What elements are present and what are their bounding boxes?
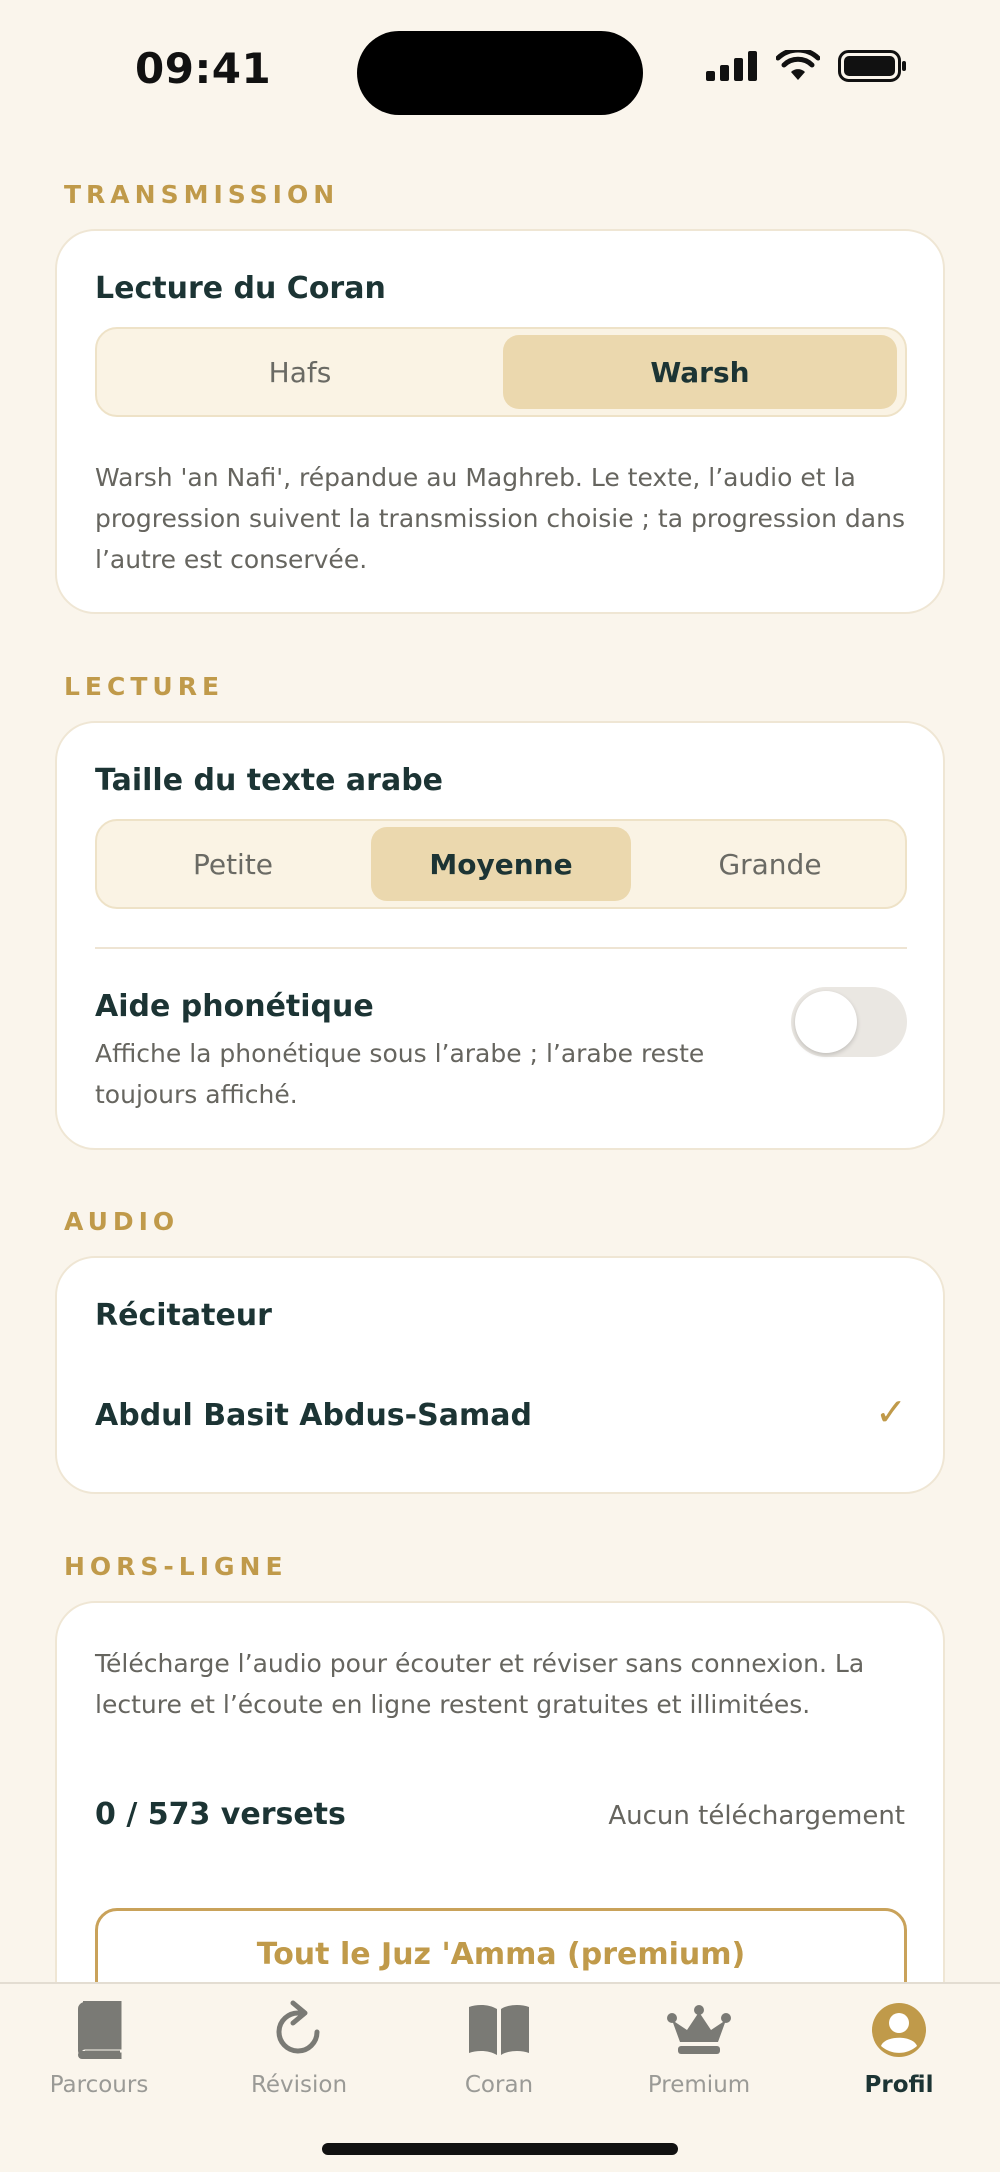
reciter-name: Abdul Basit Abdus-Samad [95,1398,532,1433]
lecture-card: Taille du texte arabe Petite Moyenne Gra… [55,721,945,1150]
reciter-option[interactable]: Abdul Basit Abdus-Samad ✓ [57,1368,943,1468]
segment-petite[interactable]: Petite [103,827,363,901]
offline-description: Télécharge l’audio pour écouter et révis… [95,1649,865,1719]
tab-revision-label: Révision [250,2072,348,2098]
segment-moyenne[interactable]: Moyenne [371,827,631,901]
battery-icon [838,50,906,82]
transmission-title: Lecture du Coran [95,271,386,306]
profile-icon [871,1998,927,2062]
verses-count: 0 / 573 versets [95,1797,346,1832]
phonetic-description: Affiche la phonétique sous l’arabe ; l’a… [95,1039,705,1109]
text-size-title: Taille du texte arabe [95,763,444,798]
status-time: 09:41 [135,44,272,93]
tab-parcours-label: Parcours [49,2072,149,2098]
book-icon [74,1998,124,2062]
section-label-transmission: TRANSMISSION [64,180,340,209]
tab-revision[interactable]: Révision [214,1998,384,2098]
checkmark-icon: ✓ [875,1390,907,1434]
wifi-icon [776,50,820,80]
tab-premium[interactable]: Premium [614,1998,784,2098]
lecture-divider [95,947,907,949]
phonetic-title: Aide phonétique [95,989,374,1024]
tab-coran[interactable]: Coran [414,1998,584,2098]
phonetic-toggle[interactable] [791,987,907,1057]
open-book-icon [467,1998,531,2062]
crown-icon [666,1998,732,2062]
reciter-title: Récitateur [95,1298,272,1333]
home-indicator [322,2143,678,2155]
tab-profil-label: Profil [864,2072,934,2098]
status-icons [706,50,908,82]
section-label-lecture: LECTURE [64,672,225,701]
section-label-audio: AUDIO [64,1207,180,1236]
segment-hafs[interactable]: Hafs [103,335,497,409]
cellular-signal-icon [706,51,757,81]
audio-card: Récitateur Abdul Basit Abdus-Samad ✓ [55,1256,945,1494]
transmission-card: Lecture du Coran Hafs Warsh Warsh 'an Na… [55,229,945,614]
refresh-icon [271,1998,327,2062]
profile-settings-screen: 09:41 TRANSMISSION Lecture du Coran Hafs… [0,0,1000,2172]
tab-coran-label: Coran [464,2072,534,2098]
transmission-description: Warsh 'an Nafi', répandue au Maghreb. Le… [95,463,905,574]
segment-warsh[interactable]: Warsh [503,335,897,409]
toggle-knob [795,991,857,1053]
segment-grande[interactable]: Grande [639,827,901,901]
transmission-segmented-control: Hafs Warsh [95,327,907,417]
tab-profil[interactable]: Profil [814,1998,984,2098]
dynamic-island [357,31,643,115]
tab-parcours[interactable]: Parcours [14,1998,184,2098]
tab-premium-label: Premium [647,2072,751,2098]
download-status: Aucun téléchargement [608,1801,905,1831]
section-label-offline: HORS-LIGNE [64,1552,288,1581]
text-size-segmented-control: Petite Moyenne Grande [95,819,907,909]
